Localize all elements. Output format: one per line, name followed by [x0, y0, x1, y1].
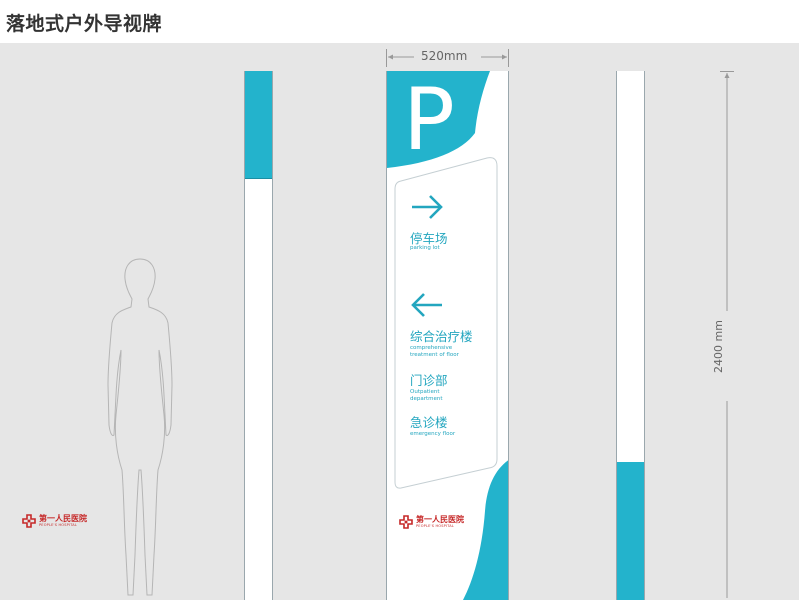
hospital-logo-left: 第一人民医院 PEOPLE'S HOSPITAL — [22, 514, 87, 528]
logo-name-en: PEOPLE'S HOSPITAL — [416, 524, 455, 528]
parking-letter: P — [403, 71, 455, 170]
hospital-cross-icon — [399, 515, 413, 529]
logo-name-cn: 第一人民医院 — [39, 514, 87, 523]
page-title: 落地式户外导视牌 — [6, 13, 163, 35]
entry-treatment-zh: 综合治疗楼 — [410, 329, 473, 344]
hospital-cross-icon — [22, 514, 36, 528]
entry-outpatient-en-2: department — [410, 396, 443, 402]
entry-emergency-zh: 急诊楼 — [410, 415, 448, 430]
arrow-left-icon — [411, 293, 442, 317]
width-label: 520mm — [421, 49, 468, 63]
page-header: 落地式户外导视牌 — [0, 0, 799, 43]
hospital-logo-sign: 第一人民医院 PEOPLE'S HOSPITAL — [399, 515, 464, 529]
logo-name-en: PEOPLE'S HOSPITAL — [39, 523, 78, 527]
entry-treatment-en-1: comprehensive — [410, 345, 453, 351]
entry-parking-en: parking lot — [410, 245, 440, 251]
side-view-post — [244, 71, 273, 600]
logo-name-cn: 第一人民医院 — [416, 515, 464, 524]
bottom-accent-shape — [463, 460, 508, 600]
entry-emergency-en: emergency floor — [410, 431, 456, 437]
arrow-right-icon — [412, 195, 443, 219]
front-sign-panel: P 停车场 parking lot 综合治疗楼 comprehensive tr… — [386, 71, 509, 600]
back-view-base — [617, 462, 644, 600]
entry-outpatient-zh: 门诊部 — [410, 373, 448, 388]
entry-outpatient-en-1: Outpatient — [410, 389, 440, 395]
human-silhouette — [107, 258, 173, 596]
side-view-cap — [245, 71, 272, 179]
entry-treatment-en-2: treatment of floor — [410, 352, 459, 358]
height-label: 2400 mm — [712, 320, 725, 373]
back-view-post — [616, 71, 645, 600]
